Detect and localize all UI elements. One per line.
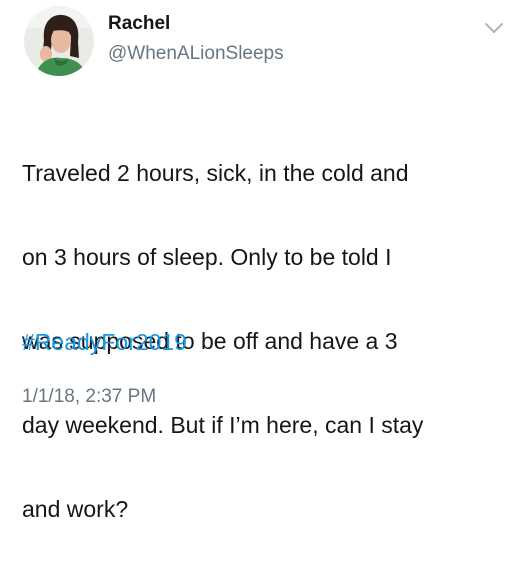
- tweet-text-line: and work?: [22, 496, 129, 522]
- avatar[interactable]: [24, 6, 94, 76]
- tweet-text-line: day weekend. But if I’m here, can I stay: [22, 412, 424, 438]
- author-handle[interactable]: @WhenALionSleeps: [108, 43, 284, 65]
- tweet-text-line: Traveled 2 hours, sick, in the cold and: [22, 160, 409, 186]
- tweet-card: Rachel @WhenALionSleeps Traveled 2 hours…: [0, 0, 525, 522]
- chevron-down-icon[interactable]: [483, 20, 505, 36]
- tweet-timestamp[interactable]: 1/1/18, 2:37 PM: [22, 386, 156, 408]
- author-name[interactable]: Rachel: [108, 13, 170, 35]
- avatar-photo: [24, 6, 94, 76]
- hashtag-link[interactable]: #ReadyFor2019: [22, 321, 187, 363]
- tweet-text-line: on 3 hours of sleep. Only to be told I: [22, 244, 392, 270]
